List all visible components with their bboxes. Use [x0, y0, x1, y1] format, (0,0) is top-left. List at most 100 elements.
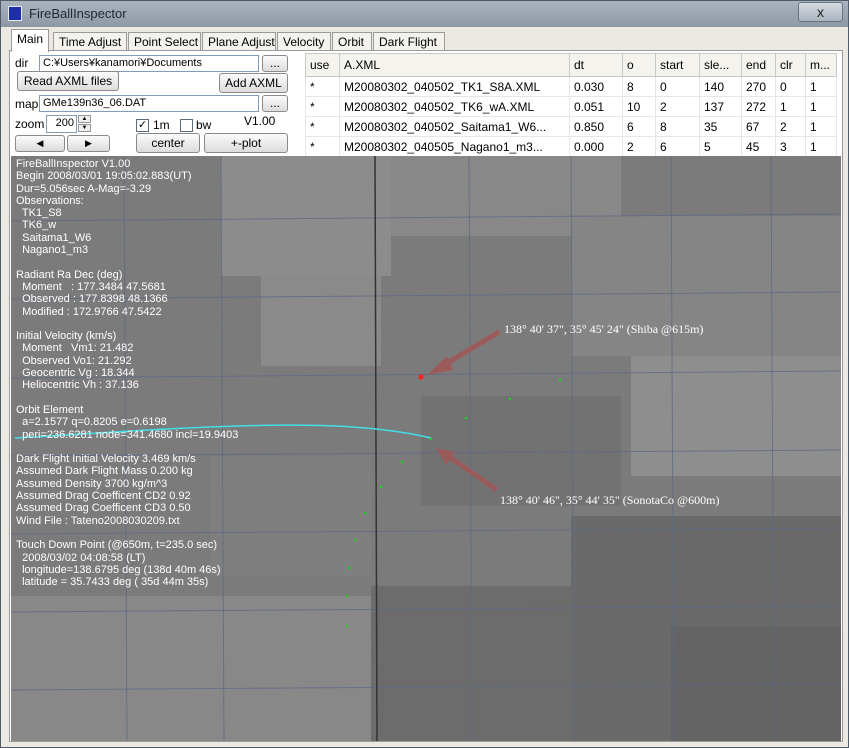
table-cell: 2 [622, 136, 656, 157]
title-bar[interactable]: FireBallInspector x [1, 1, 848, 27]
zoom-input[interactable]: 200 [46, 115, 77, 133]
info-line: latitude = 35.7433 deg ( 35d 44m 35s) [16, 576, 209, 589]
col-header-use[interactable]: use [305, 53, 340, 77]
tab-plane-adjust[interactable]: Plane Adjust [202, 32, 276, 51]
read-axml-button[interactable]: Read AXML files [17, 71, 119, 91]
info-line: Wind File : Tateno2008030209.txt [16, 514, 180, 527]
col-header-dt[interactable]: dt [569, 53, 623, 77]
annotation-sonota: 138° 40' 46", 35° 44' 35" (SonotaCo @600… [500, 493, 720, 507]
table-cell: M20080302_040505_Nagano1_m3... [339, 136, 570, 157]
table-cell: * [305, 116, 340, 137]
info-line: 2008/03/02 04:08:58 (LT) [16, 551, 146, 564]
info-line: Initial Velocity (km/s) [16, 330, 117, 343]
col-header-axml[interactable]: A.XML [339, 53, 570, 77]
axml-table[interactable]: use A.XML dt o start sle... end clr m...… [305, 53, 837, 157]
add-axml-button[interactable]: Add AXML [219, 73, 288, 93]
table-row[interactable]: * M20080302_040505_Nagano1_m3... 0.000 2 6 5 4… [305, 136, 837, 157]
tab-velocity[interactable]: Velocity [277, 32, 331, 51]
window-title: FireBallInspector [29, 6, 127, 21]
app-icon [8, 6, 22, 21]
table-cell: 270 [741, 76, 776, 97]
table-cell: * [305, 96, 340, 117]
table-cell: 0.000 [569, 136, 623, 157]
dir-label: dir [15, 56, 29, 70]
info-line: Dark Flight Initial Velocity 3.469 km/s [16, 453, 196, 466]
table-cell: 5 [699, 136, 742, 157]
table-cell: 1 [805, 76, 837, 97]
info-line [16, 441, 238, 453]
table-header-row: use A.XML dt o start sle... end clr m... [305, 53, 837, 77]
tab-orbit[interactable]: Orbit [332, 32, 372, 51]
info-line: Touch Down Point (@650m, t=235.0 sec) [16, 539, 218, 552]
table-cell: 10 [622, 96, 656, 117]
info-line: Observations: [16, 194, 84, 207]
tab-point-select[interactable]: Point Select [128, 32, 201, 51]
info-line: peri=236.6281 node=341.4680 incl=19.9403 [16, 428, 239, 441]
table-row[interactable]: * M20080302_040502_TK1_S8A.XML 0.030 8 0 140 2… [305, 76, 837, 97]
info-line: Assumed Drag Coefficent CD2 0.92 [16, 490, 191, 503]
tab-dark-flight[interactable]: Dark Flight [373, 32, 445, 51]
col-header-sle[interactable]: sle... [699, 53, 742, 77]
info-line: longitude=138.6795 deg (138d 40m 46s) [16, 563, 221, 576]
tab-main[interactable]: Main [11, 29, 49, 52]
check-1m-label: 1m [153, 118, 170, 132]
dir-input[interactable]: C:¥Users¥kanamori¥Documents [39, 55, 259, 72]
table-cell: 0.051 [569, 96, 623, 117]
info-line: Moment Vm1: 21.482 [16, 342, 134, 355]
table-cell: 8 [655, 116, 700, 137]
map-plot[interactable]: FireBallInspector V1.00 Begin 2008/03/01 … [11, 156, 841, 741]
tab-time-adjust[interactable]: Time Adjust [53, 32, 127, 51]
table-cell: 1 [805, 96, 837, 117]
zoom-down-spinner[interactable]: ▼ [78, 124, 91, 132]
annotation-shiba: 138° 40' 37", 35° 45' 24" (Shiba @615m) [504, 322, 704, 336]
zoom-label: zoom [15, 117, 45, 131]
table-cell: M20080302_040502_TK1_S8A.XML [339, 76, 570, 97]
col-header-o[interactable]: o [622, 53, 656, 77]
col-header-end[interactable]: end [741, 53, 776, 77]
table-cell: 6 [622, 116, 656, 137]
table-cell: 272 [741, 96, 776, 117]
info-line [16, 318, 238, 330]
map-browse-button[interactable]: ... [262, 95, 288, 112]
red-point [418, 374, 424, 380]
info-line: Observed Vo1: 21.292 [16, 354, 132, 367]
table-cell: 137 [699, 96, 742, 117]
table-row[interactable]: * M20080302_040502_Saitama1_W6... 0.850 6 8 3… [305, 116, 837, 137]
info-line: Assumed Dark Flight Mass 0.200 kg [16, 465, 193, 478]
info-line: Nagano1_m3 [16, 244, 89, 257]
info-line [16, 392, 238, 404]
version-label: V1.00 [244, 114, 276, 128]
col-header-start[interactable]: start [655, 53, 700, 77]
table-cell: 1 [805, 136, 837, 157]
table-cell: 45 [741, 136, 776, 157]
check-bw-label: bw [196, 118, 212, 132]
close-button[interactable]: x [798, 2, 843, 22]
main-window: FireBallInspector x Main Time Adjust Poi… [0, 0, 849, 748]
zoom-up-spinner[interactable]: ▲ [78, 115, 91, 123]
table-cell: 1 [805, 116, 837, 137]
table-cell: 0.030 [569, 76, 623, 97]
info-line: Heliocentric Vh : 37.136 [16, 379, 139, 392]
map-input[interactable]: GMe139n36_06.DAT [39, 95, 259, 112]
check-bw[interactable] [180, 119, 193, 132]
col-header-m[interactable]: m... [805, 53, 837, 77]
table-row[interactable]: * M20080302_040502_TK6_wA.XML 0.051 10 2 137 2… [305, 96, 837, 117]
info-line: Geocentric Vg : 18.344 [16, 367, 135, 380]
info-line: Dur=5.056sec A-Mag=-3.29 [16, 182, 152, 195]
info-line: Begin 2008/03/01 19:05:02.883(UT) [16, 170, 192, 183]
table-cell: M20080302_040502_Saitama1_W6... [339, 116, 570, 137]
table-cell: 0 [775, 76, 806, 97]
center-button[interactable]: center [136, 133, 200, 153]
info-line: Radiant Ra Dec (deg) [16, 268, 123, 281]
left-arrow-button[interactable]: ◀ [15, 135, 65, 152]
info-line: a=2.1577 q=0.8205 e=0.6198 [16, 416, 167, 429]
col-header-clr[interactable]: clr [775, 53, 806, 77]
check-1m[interactable]: ✓ [136, 119, 149, 132]
info-overlay: FireBallInspector V1.00 Begin 2008/03/01 … [16, 158, 238, 588]
plot-button[interactable]: +-plot [204, 133, 288, 153]
table-cell: M20080302_040502_TK6_wA.XML [339, 96, 570, 117]
dir-browse-button[interactable]: ... [262, 55, 288, 72]
table-cell: 2 [655, 96, 700, 117]
info-line: FireBallInspector V1.00 [16, 158, 131, 170]
right-arrow-button[interactable]: ▶ [67, 135, 110, 152]
